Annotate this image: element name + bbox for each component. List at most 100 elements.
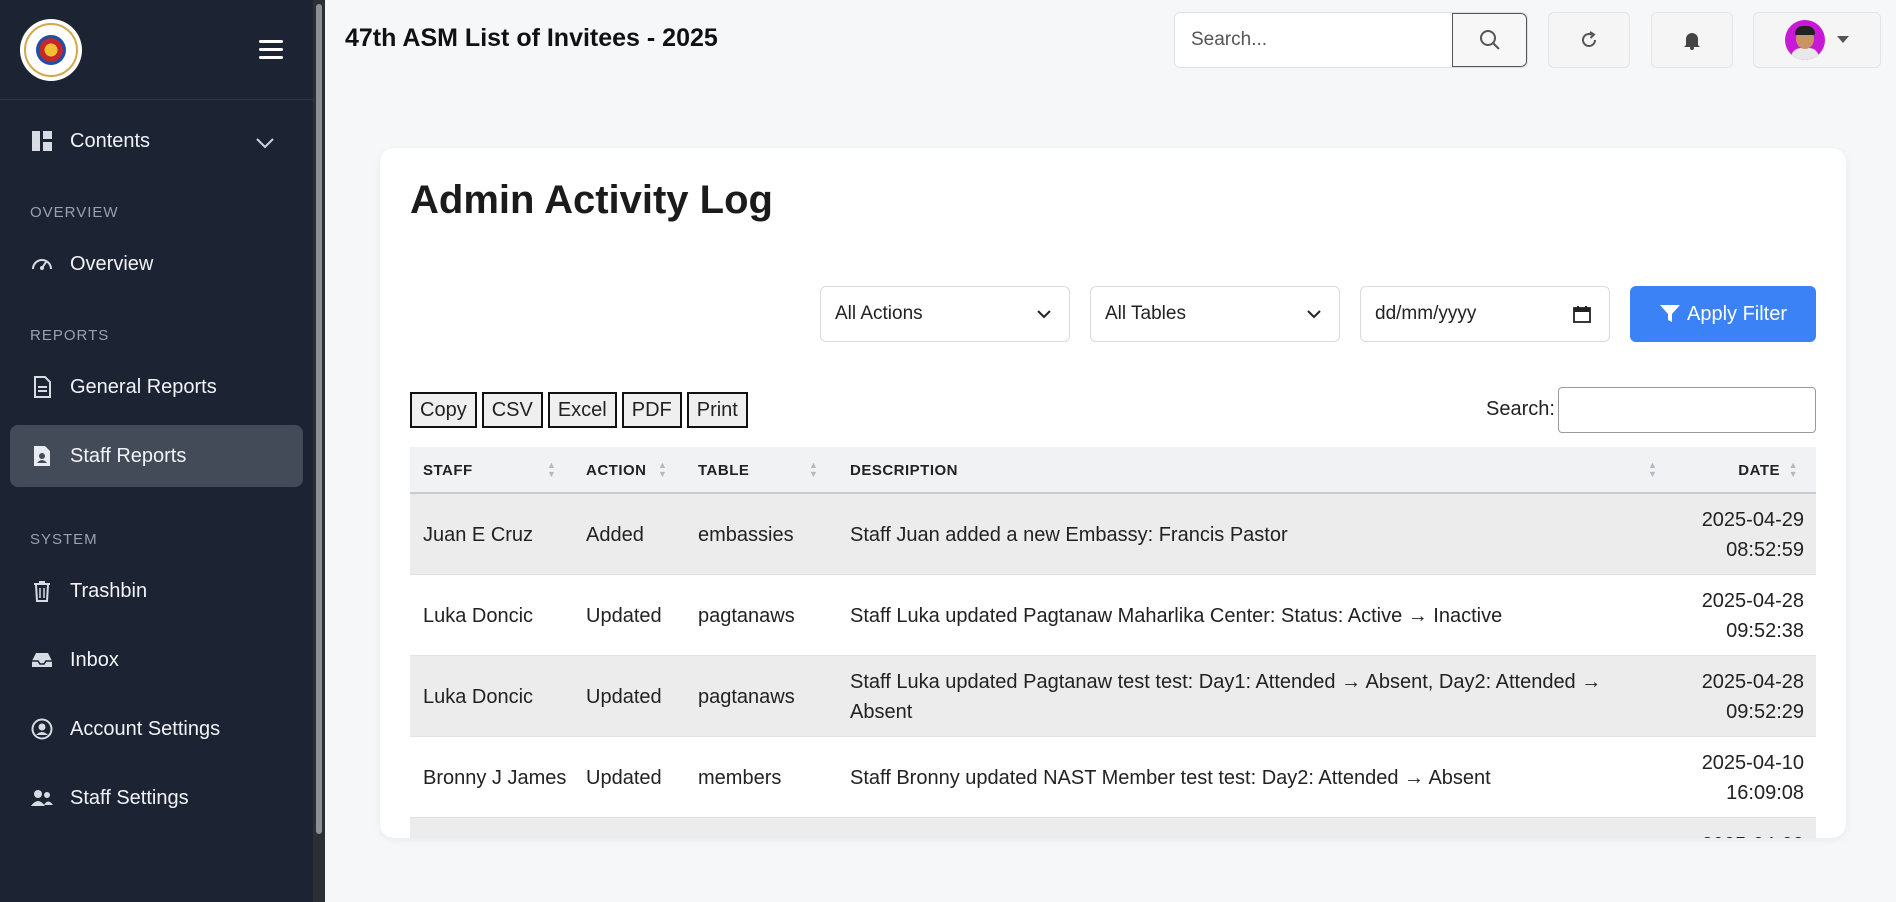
table-row[interactable]: Luka Doncic Updated pagtanaws Staff Luka…: [410, 656, 1816, 737]
sidebar-item-inbox[interactable]: Inbox: [10, 629, 303, 691]
table-filter-value: All Tables: [1105, 303, 1186, 324]
copy-button[interactable]: Copy: [410, 392, 477, 428]
sidebar-item-label: General Reports: [70, 375, 217, 398]
csv-button[interactable]: CSV: [481, 392, 543, 428]
cell-staff: Juan E Cruz: [423, 523, 534, 546]
gauge-icon: [30, 252, 54, 276]
date-filter-input[interactable]: dd/mm/yyyy: [1360, 286, 1610, 342]
hamburger-menu-icon[interactable]: [259, 40, 283, 59]
sort-icon[interactable]: ▲ ▼: [547, 461, 556, 479]
date-filter-placeholder: dd/mm/yyyy: [1375, 303, 1477, 324]
cell-date: 2025-04-29 08:52:59: [1702, 494, 1804, 575]
cell-description: Staff Juan added a new Embassy: Francis …: [850, 523, 1288, 546]
sidebar-item-contents[interactable]: Contents: [10, 110, 303, 172]
table-header: STAFF ▲ ▼ ACTION ▲ ▼ TABLE ▲ ▼ DESCRIPTION …: [410, 447, 1816, 494]
cell-staff: Luka Doncic: [423, 685, 534, 708]
sidebar-scrollbar[interactable]: [313, 0, 325, 902]
cell-description: Staff Luka updated Pagtanaw Maharlika Ce…: [850, 604, 1503, 627]
apply-filter-button[interactable]: Apply Filter: [1630, 286, 1816, 342]
sort-icon[interactable]: ▲ ▼: [809, 461, 818, 479]
column-header-description[interactable]: DESCRIPTION: [850, 462, 958, 479]
table-row[interactable]: 2025-04-09: [410, 818, 1816, 838]
activity-log-card: Admin Activity Log All Actions All Table…: [380, 148, 1846, 838]
sidebar-item-general-reports[interactable]: General Reports: [10, 356, 303, 418]
column-header-action[interactable]: ACTION: [586, 462, 647, 479]
print-button[interactable]: Print: [686, 392, 748, 428]
table-search-label: Search:: [1486, 398, 1555, 420]
sidebar-item-label: Staff Reports: [70, 444, 187, 467]
refresh-button[interactable]: [1548, 12, 1630, 68]
column-header-staff[interactable]: STAFF: [423, 462, 473, 479]
sort-icon[interactable]: ▲ ▼: [1648, 461, 1657, 479]
cell-action: Added: [586, 523, 644, 546]
sidebar-item-staff-settings[interactable]: Staff Settings: [10, 767, 303, 829]
user-menu-button[interactable]: [1753, 12, 1881, 68]
table-search-input[interactable]: [1558, 387, 1816, 433]
table-row[interactable]: Juan E Cruz Added embassies Staff Juan a…: [410, 494, 1816, 575]
column-header-date[interactable]: DATE: [1738, 462, 1780, 479]
cell-date-day: 2025-04-28: [1701, 670, 1804, 693]
sort-icon[interactable]: ▲ ▼: [658, 461, 667, 479]
sidebar-item-label: Contents: [70, 129, 151, 152]
sidebar-brand: [0, 0, 313, 100]
search-icon: [1479, 30, 1500, 50]
search-input[interactable]: [1175, 13, 1452, 67]
filter-icon: [1659, 305, 1680, 322]
cell-date-time: 16:09:08: [1726, 781, 1804, 804]
user-circle-icon: [30, 717, 54, 741]
cell-staff: Bronny J James: [423, 766, 567, 789]
sidebar-item-account-settings[interactable]: Account Settings: [10, 698, 303, 760]
document-icon: [30, 375, 54, 399]
sidebar-item-staff-reports[interactable]: Staff Reports: [10, 425, 303, 487]
organization-logo[interactable]: [20, 18, 82, 81]
cell-date-day: 2025-04-10: [1701, 751, 1804, 774]
header-search: [1174, 12, 1528, 68]
chevron-down-icon[interactable]: [255, 132, 275, 155]
action-filter-select[interactable]: All Actions: [820, 286, 1070, 342]
trash-icon: [30, 579, 54, 603]
chevron-down-icon: [1037, 310, 1051, 319]
cell-action: Updated: [586, 766, 662, 789]
column-header-table[interactable]: TABLE: [698, 462, 749, 479]
sort-icon[interactable]: ▲ ▼: [1789, 461, 1798, 479]
card-title: Admin Activity Log: [410, 178, 773, 222]
bell-icon: [1684, 33, 1700, 50]
cell-date: 2025-04-28 09:52:29: [1702, 656, 1804, 737]
cell-date-time: 08:52:59: [1726, 538, 1804, 561]
section-label-overview: OVERVIEW: [30, 204, 119, 221]
cell-description: Staff Bronny updated NAST Member test te…: [850, 766, 1491, 789]
sidebar-item-label: Account Settings: [70, 717, 221, 740]
dashboard-icon: [30, 129, 54, 153]
cell-action: Updated: [586, 604, 662, 627]
inbox-icon: [30, 648, 54, 672]
sidebar-item-label: Inbox: [70, 648, 119, 671]
apply-filter-label: Apply Filter: [1686, 302, 1788, 325]
chevron-down-icon: [1307, 310, 1321, 319]
table-row[interactable]: Bronny J James Updated members Staff Bro…: [410, 737, 1816, 818]
cell-table: pagtanaws: [698, 685, 795, 708]
calendar-icon[interactable]: [1573, 305, 1591, 323]
cell-action: Updated: [586, 685, 662, 708]
cell-date-time: 09:52:38: [1726, 619, 1804, 642]
section-label-system: SYSTEM: [30, 531, 98, 548]
sidebar-item-trashbin[interactable]: Trashbin: [10, 560, 303, 622]
cell-staff: Luka Doncic: [423, 604, 534, 627]
activity-table: STAFF ▲ ▼ ACTION ▲ ▼ TABLE ▲ ▼ DESCRIPTION …: [410, 447, 1816, 838]
search-button[interactable]: [1452, 13, 1527, 67]
excel-button[interactable]: Excel: [547, 392, 617, 428]
notifications-button[interactable]: [1651, 12, 1733, 68]
sidebar: Contents OVERVIEW Overview REPORTS Gener…: [0, 0, 313, 902]
staff-report-icon: [30, 444, 54, 468]
sidebar-item-label: Trashbin: [70, 579, 148, 602]
sidebar-item-label: Overview: [70, 252, 154, 275]
cell-date-day: 2025-04-09: [1702, 830, 1804, 838]
pdf-button[interactable]: PDF: [621, 392, 682, 428]
section-label-reports: REPORTS: [30, 327, 110, 344]
scrollbar-thumb[interactable]: [316, 4, 322, 834]
table-row[interactable]: Luka Doncic Updated pagtanaws Staff Luka…: [410, 575, 1816, 656]
sidebar-item-overview[interactable]: Overview: [10, 233, 303, 295]
page-title: 47th ASM List of Invitees - 2025: [345, 24, 718, 52]
cell-date-time: 09:52:29: [1726, 700, 1804, 723]
table-filter-select[interactable]: All Tables: [1090, 286, 1340, 342]
cell-date: 2025-04-10 16:09:08: [1702, 737, 1804, 818]
